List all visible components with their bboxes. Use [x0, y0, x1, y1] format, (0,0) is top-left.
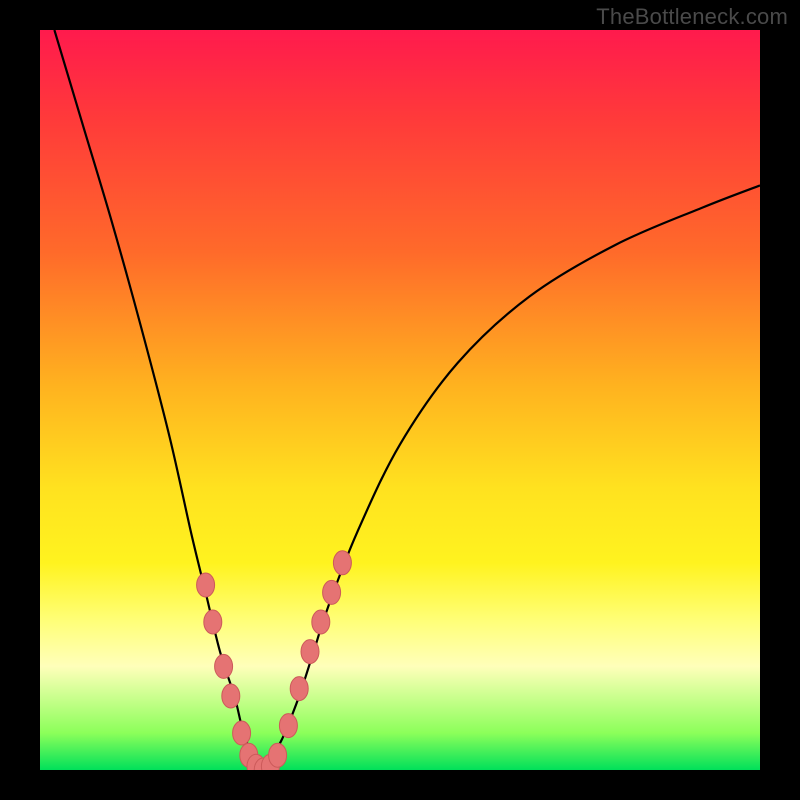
curve-marker — [204, 610, 222, 634]
curve-marker — [233, 721, 251, 745]
watermark-text: TheBottleneck.com — [596, 4, 788, 30]
bottleneck-curve — [54, 30, 760, 770]
curve-marker — [197, 573, 215, 597]
curve-marker — [279, 714, 297, 738]
chart-frame: TheBottleneck.com — [0, 0, 800, 800]
curve-marker — [290, 677, 308, 701]
curve-marker — [312, 610, 330, 634]
curve-marker — [323, 580, 341, 604]
curve-marker — [222, 684, 240, 708]
curve-marker — [333, 551, 351, 575]
curve-marker — [269, 743, 287, 767]
curve-marker — [215, 654, 233, 678]
curve-markers — [197, 551, 352, 770]
plot-area — [40, 30, 760, 770]
curve-marker — [301, 640, 319, 664]
curve-layer — [40, 30, 760, 770]
